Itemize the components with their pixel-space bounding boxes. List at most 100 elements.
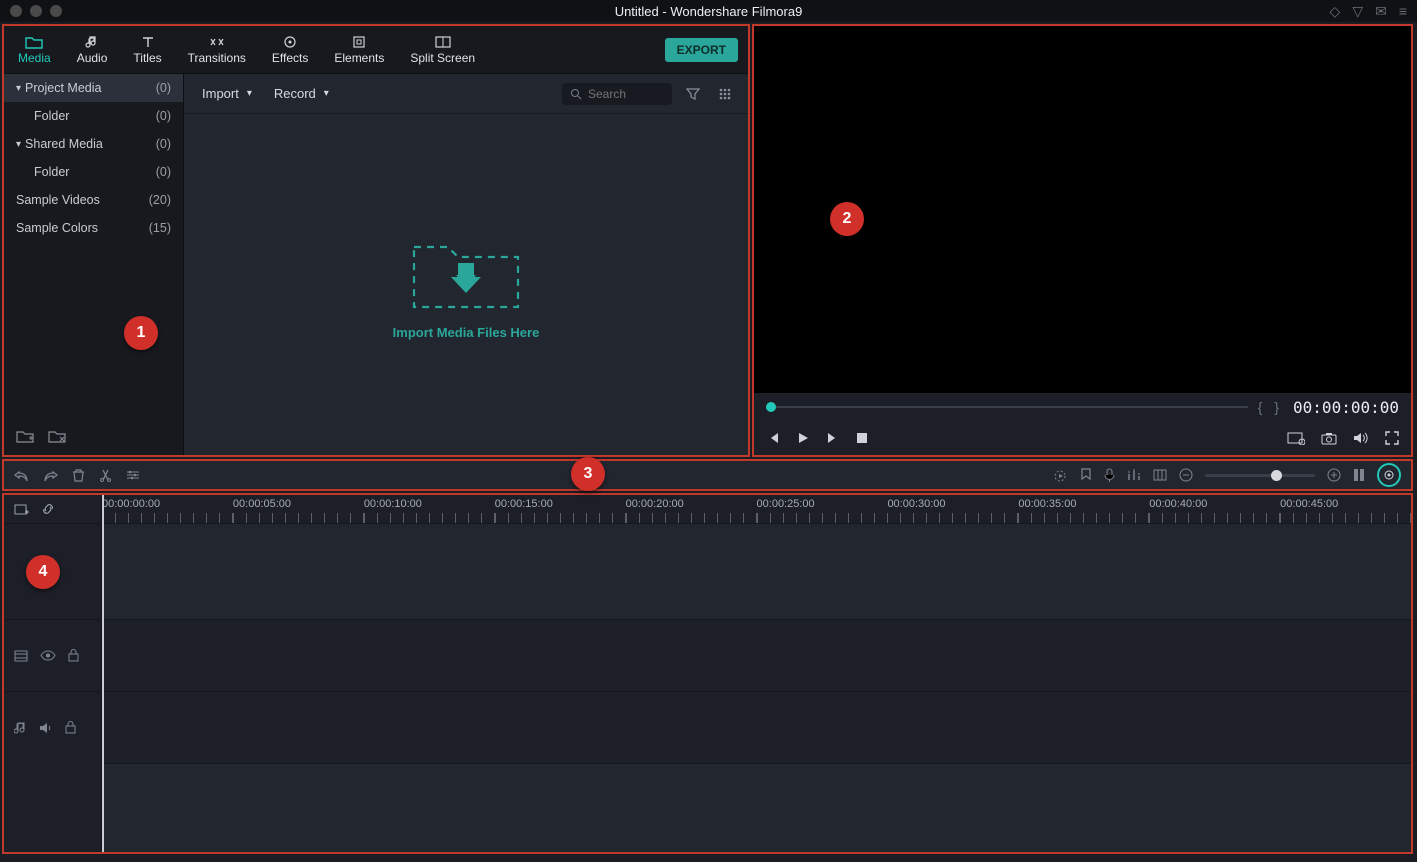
edit-icon[interactable] [126,469,140,481]
delete-icon[interactable] [72,468,85,482]
media-panel: Media Audio Titles Transitions Effects E… [2,24,750,457]
tab-elements[interactable]: Elements [330,31,388,69]
add-folder-icon[interactable] [16,429,34,443]
cart-icon[interactable]: ▽ [1352,3,1363,20]
grid-view-icon[interactable] [714,87,736,101]
zoom-out-icon[interactable] [1179,468,1193,482]
titlebar: Untitled - Wondershare Filmora9 ◇ ▽ ✉ ≡ [0,0,1417,22]
preview-controls [754,421,1411,455]
sidebar-item-sample-colors[interactable]: Sample Colors (15) [4,214,183,242]
timeline-track[interactable] [102,763,1411,852]
tracks-container [102,523,1411,852]
visibility-icon[interactable] [40,650,56,661]
crop-icon[interactable] [1153,469,1167,481]
fullscreen-icon[interactable] [1385,431,1399,445]
sidebar-item-label: Sample Colors [16,221,98,235]
zoom-slider[interactable] [1205,474,1315,477]
next-frame-icon[interactable] [826,431,840,445]
ruler-mark: 00:00:25:00 [757,498,815,510]
annotation-badge-4: 4 [26,555,60,589]
lock-icon[interactable] [68,649,79,662]
volume-icon[interactable] [1353,431,1369,445]
manage-tracks-button[interactable] [1377,463,1401,487]
import-placeholder-icon [410,229,522,311]
scrub-playhead[interactable] [766,402,776,412]
tab-audio[interactable]: Audio [73,31,112,69]
preview-panel: 2 { } 00:00:00:00 [752,24,1413,457]
import-dropdown[interactable]: Import▾ [196,82,258,105]
link-icon[interactable] [41,502,55,516]
remove-folder-icon[interactable] [48,429,66,443]
timeline-ruler[interactable]: 00:00:00:00 00:00:05:00 00:00:10:00 00:0… [102,495,1411,523]
search-input[interactable] [588,87,664,101]
ruler-mark: 00:00:10:00 [364,498,422,510]
preview-scrubber: { } 00:00:00:00 [754,393,1411,421]
undo-icon[interactable] [14,469,29,482]
scrub-track[interactable] [766,406,1248,408]
media-sidebar: ▾Project Media (0) Folder (0) ▾Shared Me… [4,74,184,455]
chevron-down-icon: ▾ [16,83,21,94]
sidebar-item-shared-media[interactable]: ▾Shared Media (0) [4,130,183,158]
timeline-track[interactable] [102,691,1411,763]
mute-icon[interactable] [39,722,53,734]
render-icon[interactable] [1053,469,1068,482]
add-track-icon[interactable] [14,503,29,516]
filter-icon[interactable] [682,87,704,101]
folder-icon [25,35,43,49]
timeline-track[interactable] [102,619,1411,691]
render-preview-icon[interactable] [1287,431,1305,445]
tab-split-screen[interactable]: Split Screen [406,31,479,69]
sidebar-item-sample-videos[interactable]: Sample Videos (20) [4,186,183,214]
lock-icon[interactable] [65,721,76,734]
tab-media[interactable]: Media [14,31,55,69]
menu-icon[interactable]: ≡ [1399,3,1407,20]
account-icon[interactable]: ◇ [1330,3,1341,20]
stop-icon[interactable] [856,432,868,444]
tab-audio-label: Audio [77,51,108,65]
prev-frame-icon[interactable] [766,431,780,445]
preview-canvas[interactable]: 2 [754,26,1411,393]
timeline-playhead[interactable] [102,495,104,852]
mark-in-out-icon[interactable]: { } [1258,399,1283,415]
tab-effects[interactable]: Effects [268,31,312,69]
zoom-in-icon[interactable] [1327,468,1341,482]
tab-titles[interactable]: Titles [129,31,165,69]
minimize-window-icon[interactable] [30,5,42,17]
tab-transitions[interactable]: Transitions [184,31,250,69]
ruler-mark: 00:00:15:00 [495,498,553,510]
import-label: Import [202,86,239,101]
sidebar-item-folder[interactable]: Folder (0) [4,158,183,186]
sidebar-item-project-media[interactable]: ▾Project Media (0) [4,74,183,102]
play-icon[interactable] [796,431,810,445]
marker-icon[interactable] [1080,468,1092,482]
elements-icon [350,35,368,49]
export-button[interactable]: EXPORT [665,38,738,62]
split-icon[interactable] [99,468,112,482]
transitions-icon [208,35,226,49]
maximize-window-icon[interactable] [50,5,62,17]
timeline-panel: 4 00:00:00:00 00:00:05:00 00:00:10:00 00… [2,493,1413,854]
ruler-mark: 00:00:45:00 [1280,498,1338,510]
drop-zone-label: Import Media Files Here [393,325,540,340]
close-window-icon[interactable] [10,5,22,17]
zoom-thumb[interactable] [1271,470,1282,481]
video-track-controls [4,619,101,691]
message-icon[interactable]: ✉ [1375,3,1387,20]
ruler-mark: 00:00:30:00 [887,498,945,510]
timeline-tracks-area[interactable]: 00:00:00:00 00:00:05:00 00:00:10:00 00:0… [102,495,1411,852]
media-search[interactable] [562,83,672,105]
audio-track-controls [4,691,101,763]
timeline-track[interactable] [102,523,1411,619]
zoom-fit-icon[interactable] [1353,468,1365,482]
record-dropdown[interactable]: Record▾ [268,82,335,105]
voiceover-icon[interactable] [1104,468,1115,483]
snapshot-icon[interactable] [1321,432,1337,445]
tab-titles-label: Titles [133,51,161,65]
sidebar-item-label: Folder [34,109,69,123]
sidebar-footer [4,417,183,455]
sidebar-item-count: (0) [156,109,171,123]
media-drop-zone[interactable]: Import Media Files Here [184,114,748,455]
audio-mixer-icon[interactable] [1127,469,1141,482]
sidebar-item-folder[interactable]: Folder (0) [4,102,183,130]
redo-icon[interactable] [43,469,58,482]
